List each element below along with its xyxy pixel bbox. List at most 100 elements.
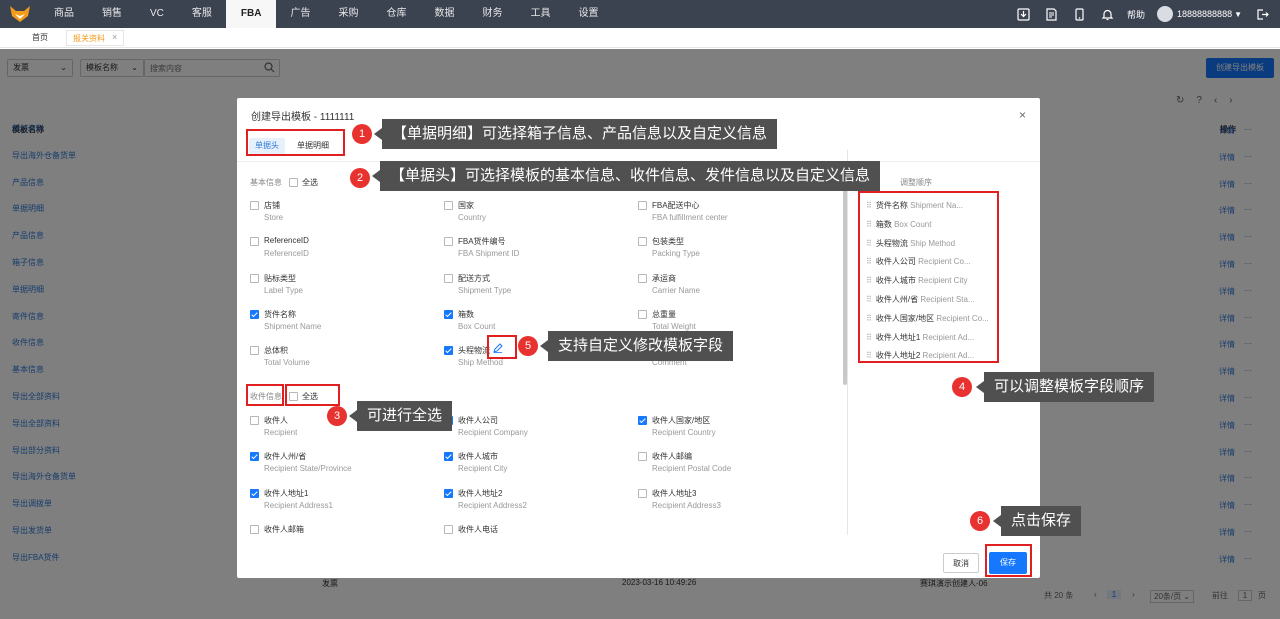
nav-item[interactable]: 财务 xyxy=(468,0,516,28)
field-label-cn: 收件人地址3 xyxy=(652,488,697,498)
chevron-down-icon[interactable]: ▼ xyxy=(1234,10,1242,19)
field-label-en: Recipient Address1 xyxy=(264,500,333,510)
annotation-callout: 【单据头】可选择模板的基本信息、收件信息、发件信息以及自定义信息 xyxy=(371,161,881,191)
field-label-en: Ship Method xyxy=(458,358,503,368)
field-checkbox[interactable] xyxy=(250,237,259,247)
field-label-cn: 收件人地址2 xyxy=(458,488,503,498)
field-checkbox[interactable] xyxy=(444,452,453,462)
nav-item[interactable]: VC xyxy=(136,0,178,28)
download-icon[interactable] xyxy=(1015,6,1031,22)
page-tabbar: 首页 报关资料 × xyxy=(0,28,1280,48)
field-label-cn: 配送方式 xyxy=(458,273,490,283)
field-checkbox[interactable] xyxy=(250,416,259,425)
basic-select-all-checkbox[interactable] xyxy=(289,178,298,187)
sort-title: 调整顺序 xyxy=(900,178,932,187)
field-label-en: Recipient Address3 xyxy=(652,500,721,510)
field-label-cn: 收件人邮编 xyxy=(652,452,692,462)
annotation-callout: 点击保存 xyxy=(992,506,1082,536)
tab-home[interactable]: 首页 xyxy=(26,30,54,46)
field-checkbox[interactable] xyxy=(444,488,453,498)
field-label-en: Label Type xyxy=(264,285,303,295)
bell-icon[interactable] xyxy=(1099,6,1115,22)
field-label-en: ReferenceID xyxy=(264,249,309,259)
cancel-button[interactable]: 取消 xyxy=(943,553,979,573)
logout-icon[interactable] xyxy=(1254,6,1270,22)
field-checkbox[interactable] xyxy=(638,309,647,319)
field-checkbox[interactable] xyxy=(638,452,647,462)
basic-select-all-label: 全选 xyxy=(302,178,318,187)
annotation-number: 2 xyxy=(350,168,370,188)
highlight-edit xyxy=(487,335,517,359)
field-label-cn: FBA货件编号 xyxy=(458,237,506,247)
highlight-sort-list xyxy=(858,191,999,363)
fox-logo-icon[interactable] xyxy=(0,0,40,28)
field-label-cn: 收件人公司 xyxy=(458,416,498,425)
field-checkbox[interactable] xyxy=(250,201,259,210)
field-label-en: Recipient Country xyxy=(652,428,716,437)
field-label-en: Shipment Type xyxy=(458,285,512,295)
field-checkbox[interactable] xyxy=(638,201,647,210)
field-label-en: Total Volume xyxy=(264,358,310,368)
field-checkbox[interactable] xyxy=(250,346,259,356)
field-label-cn: 箱数 xyxy=(458,309,474,319)
field-checkbox[interactable] xyxy=(638,237,647,247)
field-label-en: Shipment Name xyxy=(264,321,322,331)
field-label-cn: 收件人州/省 xyxy=(264,452,307,462)
field-label-en: Carrier Name xyxy=(652,285,701,295)
annotation-number: 6 xyxy=(970,511,990,531)
field-label-cn: 店铺 xyxy=(264,201,280,210)
nav-item[interactable]: 设置 xyxy=(564,0,612,28)
nav-item[interactable]: 仓库 xyxy=(372,0,420,28)
help-link[interactable]: 帮助 xyxy=(1127,8,1145,21)
tab-close-icon[interactable]: × xyxy=(112,32,117,42)
field-checkbox[interactable] xyxy=(250,488,259,498)
field-label-cn: 总体积 xyxy=(264,346,288,356)
nav-item[interactable]: FBA xyxy=(225,0,277,28)
field-label-cn: 货件名称 xyxy=(264,309,296,319)
tab-label: 报关资料 xyxy=(73,34,105,43)
nav-item[interactable]: 数据 xyxy=(420,0,468,28)
field-checkbox[interactable] xyxy=(444,201,453,210)
field-checkbox[interactable] xyxy=(250,524,259,534)
highlight-tabs xyxy=(246,129,345,156)
field-label-cn: 总重量 xyxy=(652,309,676,319)
field-checkbox[interactable] xyxy=(444,346,453,356)
nav-item[interactable]: 销售 xyxy=(88,0,136,28)
field-label-cn: 贴标类型 xyxy=(264,273,296,283)
nav-item[interactable]: 工具 xyxy=(516,0,564,28)
field-checkbox[interactable] xyxy=(250,452,259,462)
field-label-cn: 收件人城市 xyxy=(458,452,498,462)
field-label-cn: 收件人邮箱 xyxy=(264,524,304,534)
close-icon[interactable]: × xyxy=(1019,108,1026,122)
field-label-en: Recipient Postal Code xyxy=(652,464,732,474)
field-checkbox[interactable] xyxy=(444,273,453,283)
avatar[interactable] xyxy=(1157,6,1174,22)
field-label-cn: 收件人国家/地区 xyxy=(652,416,711,425)
field-label-en: Store xyxy=(264,213,284,222)
field-label-en: Recipient State/Province xyxy=(264,464,352,474)
nav-item[interactable]: 商品 xyxy=(40,0,88,28)
nav-item[interactable]: 采购 xyxy=(324,0,372,28)
mobile-icon[interactable] xyxy=(1071,6,1087,22)
document-export-icon[interactable] xyxy=(1043,6,1059,22)
field-label-cn: 承运商 xyxy=(652,273,676,283)
field-checkbox[interactable] xyxy=(444,237,453,247)
field-checkbox[interactable] xyxy=(638,273,647,283)
annotation-number: 4 xyxy=(952,377,972,397)
field-checkbox[interactable] xyxy=(638,416,647,425)
user-name[interactable]: 18888888888 xyxy=(1177,9,1232,19)
nav-item[interactable]: 广告 xyxy=(276,0,324,28)
panel-divider xyxy=(847,150,848,535)
field-checkbox[interactable] xyxy=(444,309,453,319)
field-checkbox[interactable] xyxy=(444,524,453,534)
field-checkbox[interactable] xyxy=(250,273,259,283)
annotation-number: 1 xyxy=(352,124,372,144)
field-checkbox[interactable] xyxy=(250,309,259,319)
annotation-number: 5 xyxy=(518,336,538,356)
highlight-recipient-label xyxy=(246,384,284,406)
field-label-cn: 收件人电话 xyxy=(458,524,498,534)
nav-item[interactable]: 客服 xyxy=(178,0,226,28)
annotation-number: 3 xyxy=(327,406,347,426)
field-checkbox[interactable] xyxy=(638,488,647,498)
field-label-cn: ReferenceID xyxy=(264,236,309,246)
